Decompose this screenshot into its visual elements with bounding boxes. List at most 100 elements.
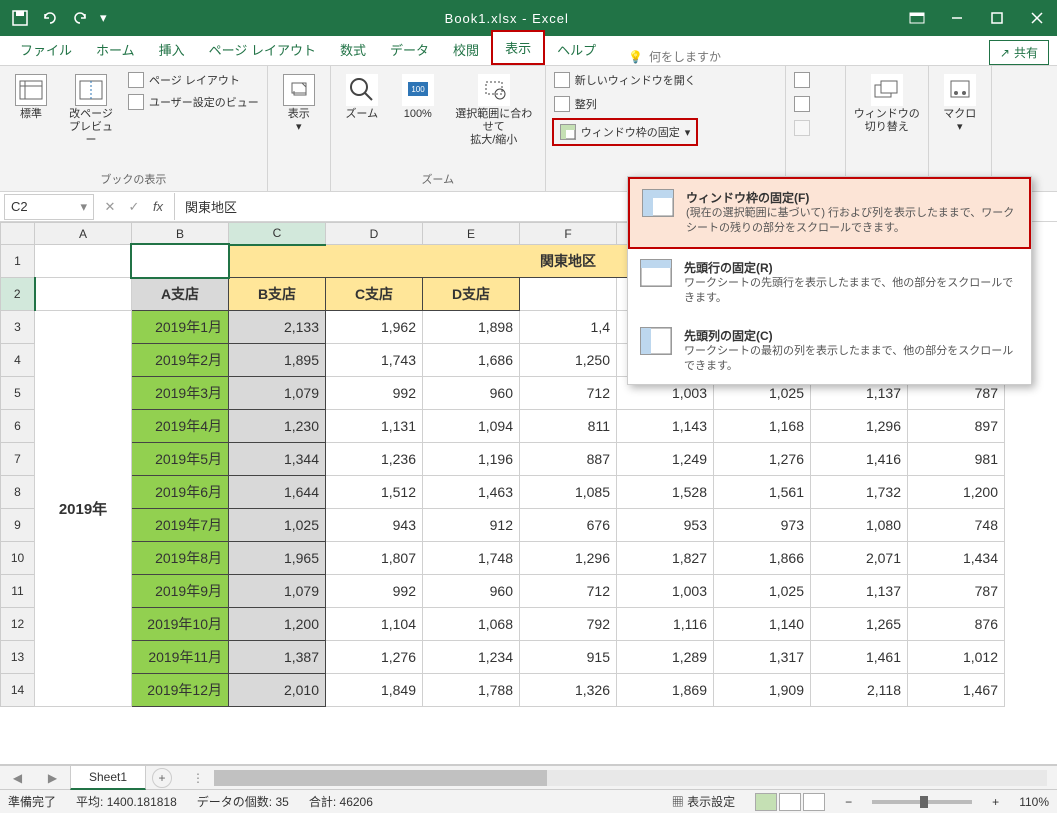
tab-help[interactable]: ヘルプ: [545, 34, 608, 65]
zoom-button[interactable]: ズーム: [337, 70, 387, 125]
freeze-first-column-option[interactable]: 先頭列の固定(C) ワークシートの最初の列を表示したままで、他の部分をスクロール…: [628, 317, 1031, 385]
column-header[interactable]: F: [520, 223, 617, 245]
unhide-button[interactable]: [792, 118, 812, 138]
cell[interactable]: 2,133: [229, 311, 326, 344]
cell[interactable]: 2019年12月: [132, 674, 229, 707]
cell[interactable]: 1,4: [520, 311, 617, 344]
sheet-nav-next[interactable]: ▶: [48, 771, 57, 785]
tab-view[interactable]: 表示: [491, 30, 545, 65]
cell[interactable]: 1,094: [423, 410, 520, 443]
close-button[interactable]: [1017, 0, 1057, 36]
cell[interactable]: 1,104: [326, 608, 423, 641]
cell[interactable]: 912: [423, 509, 520, 542]
cancel-formula-button[interactable]: ✕: [98, 199, 122, 215]
tell-me-search[interactable]: 💡 何をしますか: [628, 48, 721, 65]
cell[interactable]: 787: [908, 575, 1005, 608]
cell[interactable]: 792: [520, 608, 617, 641]
cell[interactable]: 712: [520, 575, 617, 608]
undo-icon[interactable]: [40, 8, 60, 28]
macros-button[interactable]: マクロ▾: [935, 70, 985, 138]
cell[interactable]: 1,686: [423, 344, 520, 377]
cell[interactable]: 1,012: [908, 641, 1005, 674]
display-settings-button[interactable]: ▦ 表示設定: [672, 793, 735, 810]
cell[interactable]: 676: [520, 509, 617, 542]
tab-review[interactable]: 校閲: [441, 34, 491, 65]
row-header[interactable]: 6: [1, 410, 35, 443]
cell[interactable]: 1,230: [229, 410, 326, 443]
column-header[interactable]: D: [326, 223, 423, 245]
tab-home[interactable]: ホーム: [84, 34, 147, 65]
cell[interactable]: 1,463: [423, 476, 520, 509]
column-header[interactable]: C: [229, 223, 326, 245]
row-header[interactable]: 9: [1, 509, 35, 542]
sheet-tab-sheet1[interactable]: Sheet1: [70, 765, 146, 790]
row-header[interactable]: 3: [1, 311, 35, 344]
cell[interactable]: 973: [714, 509, 811, 542]
zoom-out-button[interactable]: −: [845, 795, 852, 809]
cell[interactable]: 2019年5月: [132, 443, 229, 476]
name-box[interactable]: C2 ▾: [4, 194, 94, 220]
cell[interactable]: 1,276: [326, 641, 423, 674]
tab-file[interactable]: ファイル: [8, 34, 84, 65]
sheet-nav-prev[interactable]: ◀: [13, 771, 22, 785]
cell[interactable]: 1,898: [423, 311, 520, 344]
column-header[interactable]: A: [35, 223, 132, 245]
custom-views-button[interactable]: ユーザー設定のビュー: [126, 92, 261, 112]
arrange-all-button[interactable]: 整列: [552, 94, 599, 114]
cell[interactable]: 897: [908, 410, 1005, 443]
cell[interactable]: 1,250: [520, 344, 617, 377]
tab-data[interactable]: データ: [378, 34, 441, 65]
normal-view-button[interactable]: 標準: [6, 70, 56, 125]
new-window-button[interactable]: 新しいウィンドウを開く: [552, 70, 698, 90]
cell[interactable]: 2019年3月: [132, 377, 229, 410]
cell[interactable]: 1,289: [617, 641, 714, 674]
cell[interactable]: 876: [908, 608, 1005, 641]
cell[interactable]: 1,296: [520, 542, 617, 575]
page-layout-view-button[interactable]: ページ レイアウト: [126, 70, 261, 90]
add-sheet-button[interactable]: +: [152, 768, 172, 788]
cell[interactable]: 2,010: [229, 674, 326, 707]
redo-icon[interactable]: [70, 8, 90, 28]
zoom-slider[interactable]: [872, 800, 972, 804]
cell[interactable]: 1,296: [811, 410, 908, 443]
row-header[interactable]: 11: [1, 575, 35, 608]
cell[interactable]: 953: [617, 509, 714, 542]
cell[interactable]: 748: [908, 509, 1005, 542]
zoom-level[interactable]: 110%: [1019, 795, 1049, 809]
row-header[interactable]: 13: [1, 641, 35, 674]
freeze-panes-option[interactable]: ウィンドウ枠の固定(F) (現在の選択範囲に基づいて) 行および列を表示したまま…: [628, 177, 1031, 249]
cell[interactable]: 1,962: [326, 311, 423, 344]
row-header[interactable]: 12: [1, 608, 35, 641]
cell[interactable]: 2,118: [811, 674, 908, 707]
freeze-panes-dropdown[interactable]: ウィンドウ枠の固定 ▾: [558, 122, 693, 142]
cell[interactable]: 1,895: [229, 344, 326, 377]
ribbon-display-icon[interactable]: [897, 0, 937, 36]
cell[interactable]: 1,085: [520, 476, 617, 509]
share-button[interactable]: ↗ 共有: [989, 40, 1049, 65]
split-button[interactable]: [792, 70, 812, 90]
cell[interactable]: 1,025: [714, 575, 811, 608]
cell[interactable]: 1,068: [423, 608, 520, 641]
zoom-in-button[interactable]: +: [992, 795, 999, 809]
hide-button[interactable]: [792, 94, 812, 114]
save-icon[interactable]: [10, 8, 30, 28]
cell[interactable]: 1,743: [326, 344, 423, 377]
cell[interactable]: 1,561: [714, 476, 811, 509]
cell[interactable]: 2019年10月: [132, 608, 229, 641]
row-header[interactable]: 2: [1, 278, 35, 311]
cell[interactable]: 1,080: [811, 509, 908, 542]
cell[interactable]: 1,276: [714, 443, 811, 476]
page-break-preview-button[interactable]: 改ページ プレビュー: [62, 70, 120, 152]
cell[interactable]: 2019年8月: [132, 542, 229, 575]
cell[interactable]: 1,236: [326, 443, 423, 476]
cell[interactable]: 712: [520, 377, 617, 410]
cell[interactable]: 981: [908, 443, 1005, 476]
cell[interactable]: 915: [520, 641, 617, 674]
cell[interactable]: 1,434: [908, 542, 1005, 575]
cell[interactable]: 2019年1月: [132, 311, 229, 344]
page-break-view-mode[interactable]: [803, 793, 825, 811]
cell[interactable]: 1,143: [617, 410, 714, 443]
show-dropdown-button[interactable]: 表示▾: [274, 70, 324, 138]
row-header[interactable]: 4: [1, 344, 35, 377]
cell[interactable]: 1,866: [714, 542, 811, 575]
